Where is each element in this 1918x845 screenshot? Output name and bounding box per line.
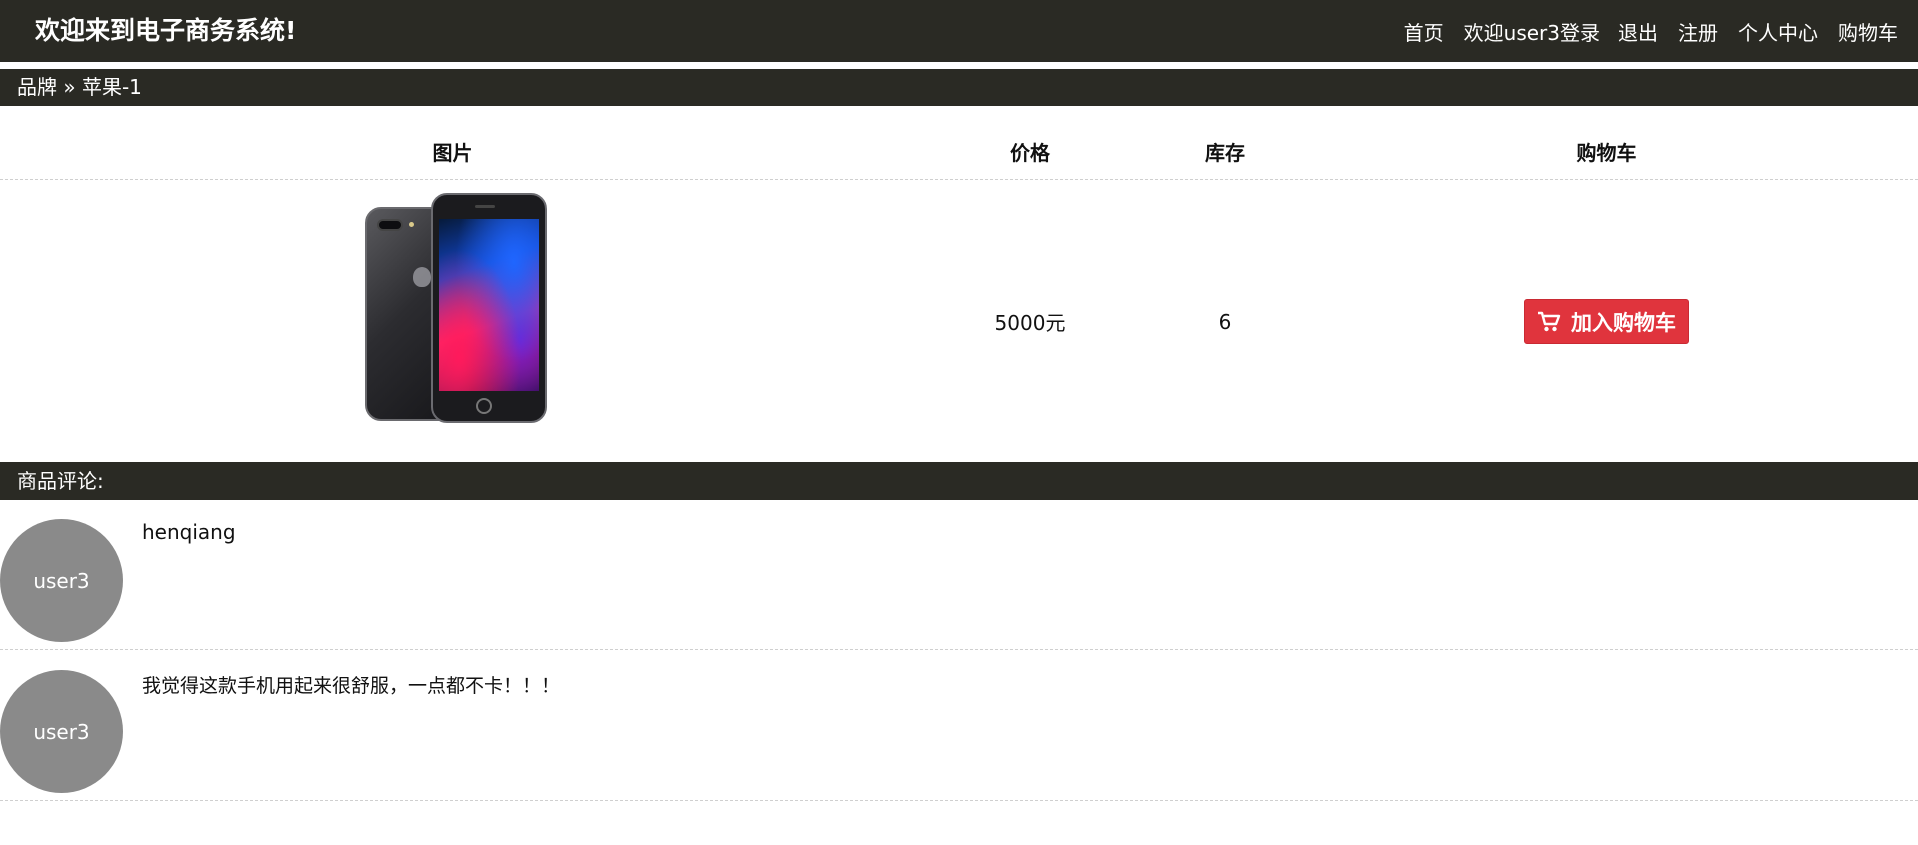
product-price: 5000元 xyxy=(994,311,1066,335)
column-header-stock: 库存 xyxy=(1205,141,1245,165)
nav-home-link[interactable]: 首页 xyxy=(1404,17,1444,46)
apple-logo-icon xyxy=(413,267,431,287)
comment-text: 我觉得这款手机用起来很舒服，一点都不卡！！！ xyxy=(142,675,561,697)
product-stock: 6 xyxy=(1218,309,1232,334)
nav-welcome-link[interactable]: 欢迎user3登录 xyxy=(1464,17,1600,46)
product-cart-cell: 加入购物车 xyxy=(1295,181,1918,462)
column-header-image: 图片 xyxy=(432,141,473,165)
add-to-cart-label: 加入购物车 xyxy=(1571,311,1676,335)
comments-header: 商品评论: xyxy=(0,462,1918,500)
column-header-cart: 购物车 xyxy=(1576,141,1637,165)
shopping-cart-icon xyxy=(1538,311,1561,331)
comment-item: user3 我觉得这款手机用起来很舒服，一点都不卡！！！ xyxy=(0,651,1918,801)
breadcrumb: 品牌 » 苹果-1 xyxy=(0,69,1918,106)
top-navbar: 欢迎来到电子商务系统! 首页 欢迎user3登录 退出 注册 个人中心 购物车 xyxy=(0,0,1918,62)
nav-profile-link[interactable]: 个人中心 xyxy=(1738,17,1818,46)
nav-cart-link[interactable]: 购物车 xyxy=(1838,17,1898,46)
main-nav: 首页 欢迎user3登录 退出 注册 个人中心 购物车 xyxy=(1384,0,1898,62)
comment-item: user3 henqiang xyxy=(0,500,1918,650)
avatar: user3 xyxy=(0,519,123,642)
product-table-header: 图片 价格 库存 购物车 xyxy=(0,130,1918,180)
product-image-cell xyxy=(0,181,905,462)
column-header-price: 价格 xyxy=(1010,141,1050,165)
phone-front-shape xyxy=(431,193,547,423)
nav-logout-link[interactable]: 退出 xyxy=(1618,17,1658,46)
avatar: user3 xyxy=(0,670,123,793)
nav-register-link[interactable]: 注册 xyxy=(1678,17,1718,46)
comment-text: henqiang xyxy=(142,520,236,544)
site-title: 欢迎来到电子商务系统! xyxy=(35,16,297,45)
iphone-product-image xyxy=(363,193,547,423)
add-to-cart-button[interactable]: 加入购物车 xyxy=(1524,299,1689,344)
phone-screen xyxy=(439,219,539,391)
table-row: 5000元 6 加入购物车 xyxy=(0,181,1918,462)
